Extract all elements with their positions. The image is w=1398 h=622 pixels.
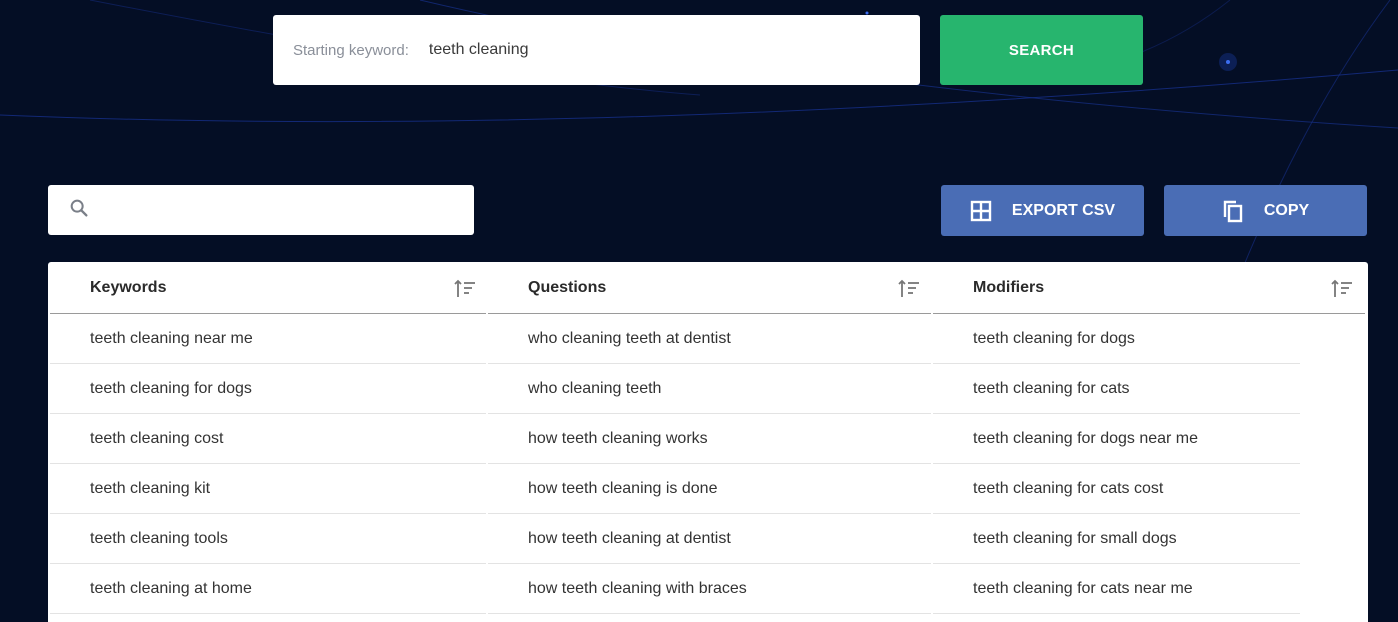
copy-button[interactable]: COPY (1164, 185, 1367, 236)
table-row[interactable]: who cleaning teeth (488, 364, 931, 414)
column-header-modifiers[interactable]: Modifiers (933, 262, 1365, 314)
export-csv-label: EXPORT CSV (1011, 201, 1116, 219)
table-row[interactable]: how teeth cleaning works (488, 414, 931, 464)
column-header-keywords[interactable]: Keywords (50, 262, 486, 314)
sort-icon[interactable] (898, 279, 920, 299)
table-row[interactable]: teeth cleaning near me (50, 314, 486, 364)
table-row[interactable]: who cleaning teeth at dentist (488, 314, 931, 364)
keyword-input[interactable] (428, 41, 920, 59)
table-row[interactable]: teeth cleaning for cats near me (933, 564, 1300, 614)
export-csv-button[interactable]: EXPORT CSV (941, 185, 1144, 236)
copy-label: COPY (1263, 201, 1310, 219)
keyword-search-box: Starting keyword: (273, 15, 920, 85)
app-stage: Starting keyword: SEARCH EXPORT CSV COPY… (0, 0, 1398, 622)
table-row[interactable]: teeth cleaning for small dogs (933, 514, 1300, 564)
table-row[interactable]: teeth cleaning for cats cost (933, 464, 1300, 514)
table-row[interactable]: teeth cleaning for dogs near me (933, 414, 1300, 464)
table-row[interactable]: how teeth cleaning at dentist (488, 514, 931, 564)
table-row[interactable]: teeth cleaning for cats (933, 364, 1300, 414)
grid-icon (970, 200, 992, 222)
copy-icon (1222, 199, 1244, 223)
search-icon (68, 197, 90, 224)
filter-input[interactable] (100, 195, 474, 225)
column-title: Questions (528, 278, 607, 296)
column-header-questions[interactable]: Questions (488, 262, 931, 314)
table-row[interactable]: how teeth cleaning is done (488, 464, 931, 514)
table-row[interactable]: teeth cleaning tools (50, 514, 486, 564)
column-title: Modifiers (973, 278, 1045, 296)
column-title: Keywords (90, 278, 167, 296)
search-button[interactable]: SEARCH (940, 15, 1143, 85)
table-row[interactable]: teeth cleaning kit (50, 464, 486, 514)
sort-icon[interactable] (1331, 279, 1353, 299)
keyword-label: Starting keyword: (293, 41, 409, 59)
filter-box (48, 185, 474, 235)
sort-icon[interactable] (454, 279, 476, 299)
table-row[interactable]: teeth cleaning cost (50, 414, 486, 464)
table-row[interactable]: teeth cleaning for dogs (933, 314, 1300, 364)
table-row[interactable]: teeth cleaning at home (50, 564, 486, 614)
results-table: Keywords teeth cleaning near me teeth cl… (48, 262, 1368, 622)
table-row[interactable]: how teeth cleaning with braces (488, 564, 931, 614)
table-row[interactable]: teeth cleaning for dogs (50, 364, 486, 414)
